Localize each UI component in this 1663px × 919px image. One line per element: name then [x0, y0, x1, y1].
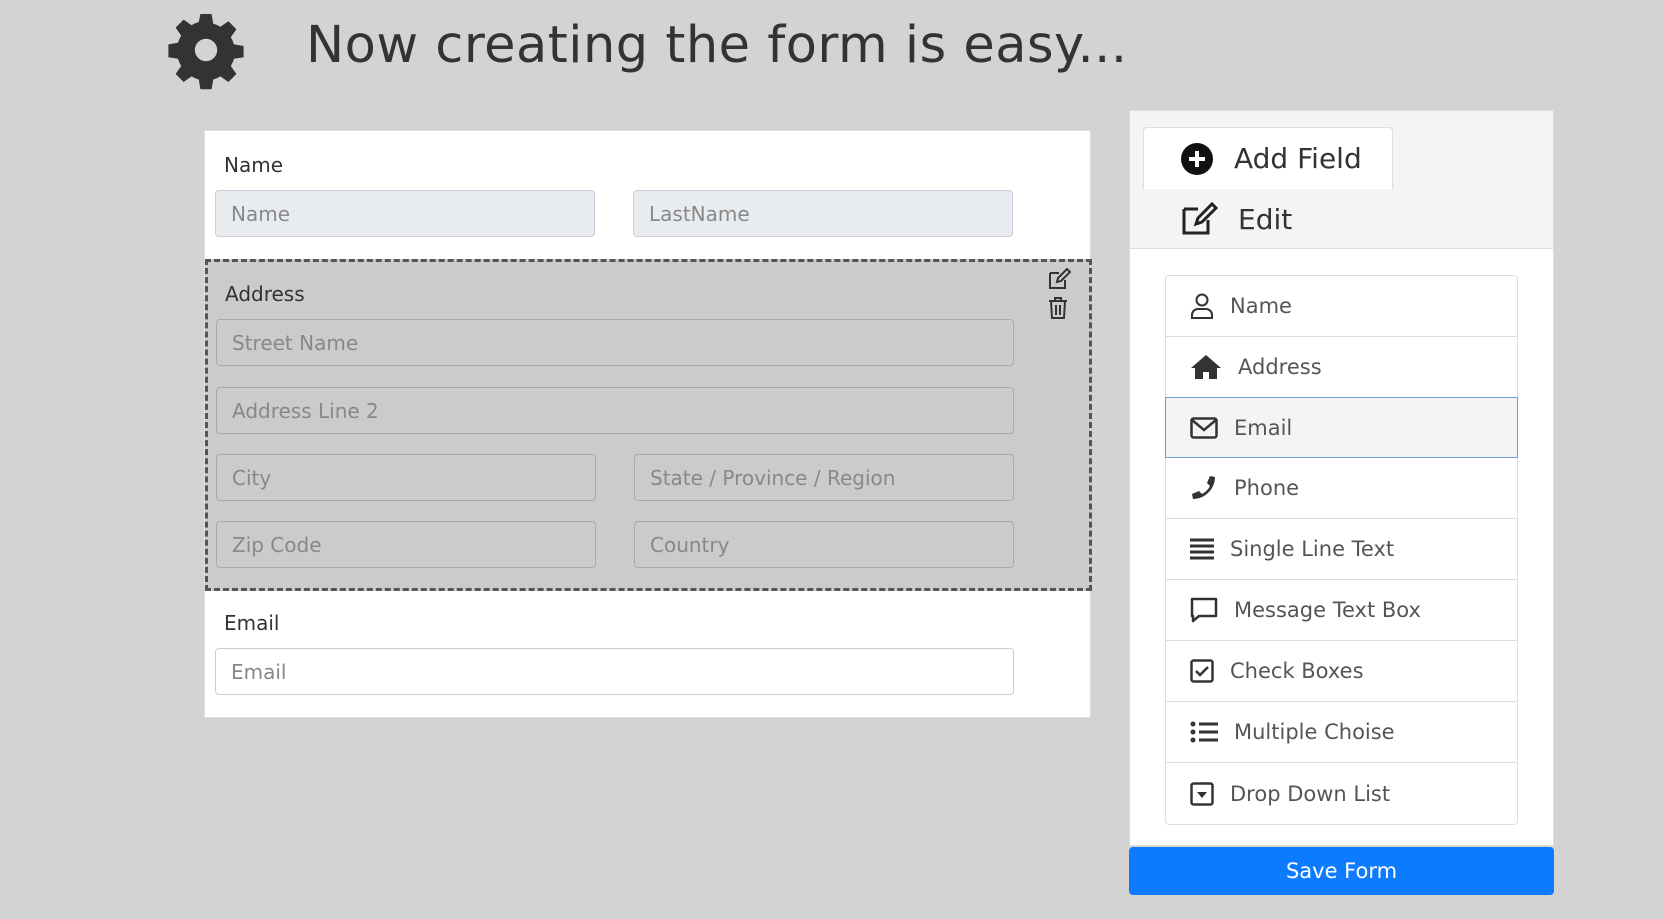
page-header: Now creating the form is easy...: [166, 8, 1166, 92]
field-type-label: Address: [1238, 355, 1322, 379]
checkbox-icon: [1190, 659, 1214, 683]
last-name-input[interactable]: LastName: [633, 190, 1013, 237]
tab-add-field-label: Add Field: [1234, 142, 1362, 175]
panel-tabs: Add Field Edit: [1130, 111, 1553, 249]
field-type-address[interactable]: Address: [1166, 337, 1517, 398]
tab-edit[interactable]: Edit: [1180, 199, 1292, 239]
address-section[interactable]: Address Street Name Address Line 2 City …: [205, 259, 1092, 591]
phone-icon: [1192, 476, 1215, 499]
plus-circle-icon: [1181, 142, 1213, 175]
user-icon: [1191, 293, 1213, 319]
form-preview: Name Name LastName Address Street Name A…: [204, 130, 1092, 719]
comment-icon: [1190, 597, 1218, 623]
address-label: Address: [225, 282, 305, 306]
country-input[interactable]: Country: [634, 521, 1014, 568]
field-type-list: Name Address Email Phone Single Line Tex…: [1165, 275, 1518, 825]
zip-input[interactable]: Zip Code: [216, 521, 596, 568]
tab-edit-label: Edit: [1238, 202, 1293, 236]
tab-add-field[interactable]: Add Field: [1143, 127, 1393, 189]
field-type-label: Name: [1230, 294, 1292, 318]
field-type-name[interactable]: Name: [1166, 276, 1517, 337]
first-name-input[interactable]: Name: [215, 190, 595, 237]
envelope-icon: [1190, 416, 1218, 439]
field-type-phone[interactable]: Phone: [1166, 458, 1517, 519]
home-icon: [1191, 355, 1221, 379]
page-title: Now creating the form is easy...: [306, 16, 1128, 75]
field-type-label: Multiple Choise: [1234, 720, 1395, 744]
email-section[interactable]: Email Email: [205, 591, 1090, 719]
field-type-email[interactable]: Email: [1165, 397, 1518, 458]
field-type-label: Single Line Text: [1230, 537, 1395, 561]
field-type-multiple-choise[interactable]: Multiple Choise: [1166, 702, 1517, 763]
name-section[interactable]: Name Name LastName: [205, 131, 1090, 259]
email-label: Email: [224, 611, 280, 635]
list-icon: [1190, 721, 1218, 743]
address-line2-input[interactable]: Address Line 2: [216, 387, 1014, 434]
street-input[interactable]: Street Name: [216, 319, 1014, 366]
field-type-single-line-text[interactable]: Single Line Text: [1166, 519, 1517, 580]
field-type-label: Message Text Box: [1234, 598, 1421, 622]
lines-icon: [1190, 538, 1214, 560]
field-type-label: Email: [1234, 415, 1293, 440]
field-type-label: Check Boxes: [1230, 659, 1364, 683]
dropdown-icon: [1190, 781, 1214, 806]
save-form-button[interactable]: Save Form: [1129, 847, 1554, 895]
field-type-drop-down-list[interactable]: Drop Down List: [1166, 763, 1517, 824]
email-input[interactable]: Email: [215, 648, 1014, 695]
field-panel: Add Field Edit Name Address Email Phone …: [1129, 110, 1554, 846]
city-input[interactable]: City: [216, 454, 596, 501]
section-tools: [1047, 268, 1073, 326]
gear-icon: [168, 14, 244, 90]
edit-icon[interactable]: [1047, 268, 1071, 290]
field-type-label: Phone: [1234, 476, 1300, 500]
edit-icon: [1182, 202, 1218, 235]
trash-icon[interactable]: [1047, 296, 1069, 320]
state-input[interactable]: State / Province / Region: [634, 454, 1014, 501]
field-type-message-text-box[interactable]: Message Text Box: [1166, 580, 1517, 641]
field-type-check-boxes[interactable]: Check Boxes: [1166, 641, 1517, 702]
name-label: Name: [224, 153, 284, 177]
field-type-label: Drop Down List: [1230, 781, 1391, 806]
